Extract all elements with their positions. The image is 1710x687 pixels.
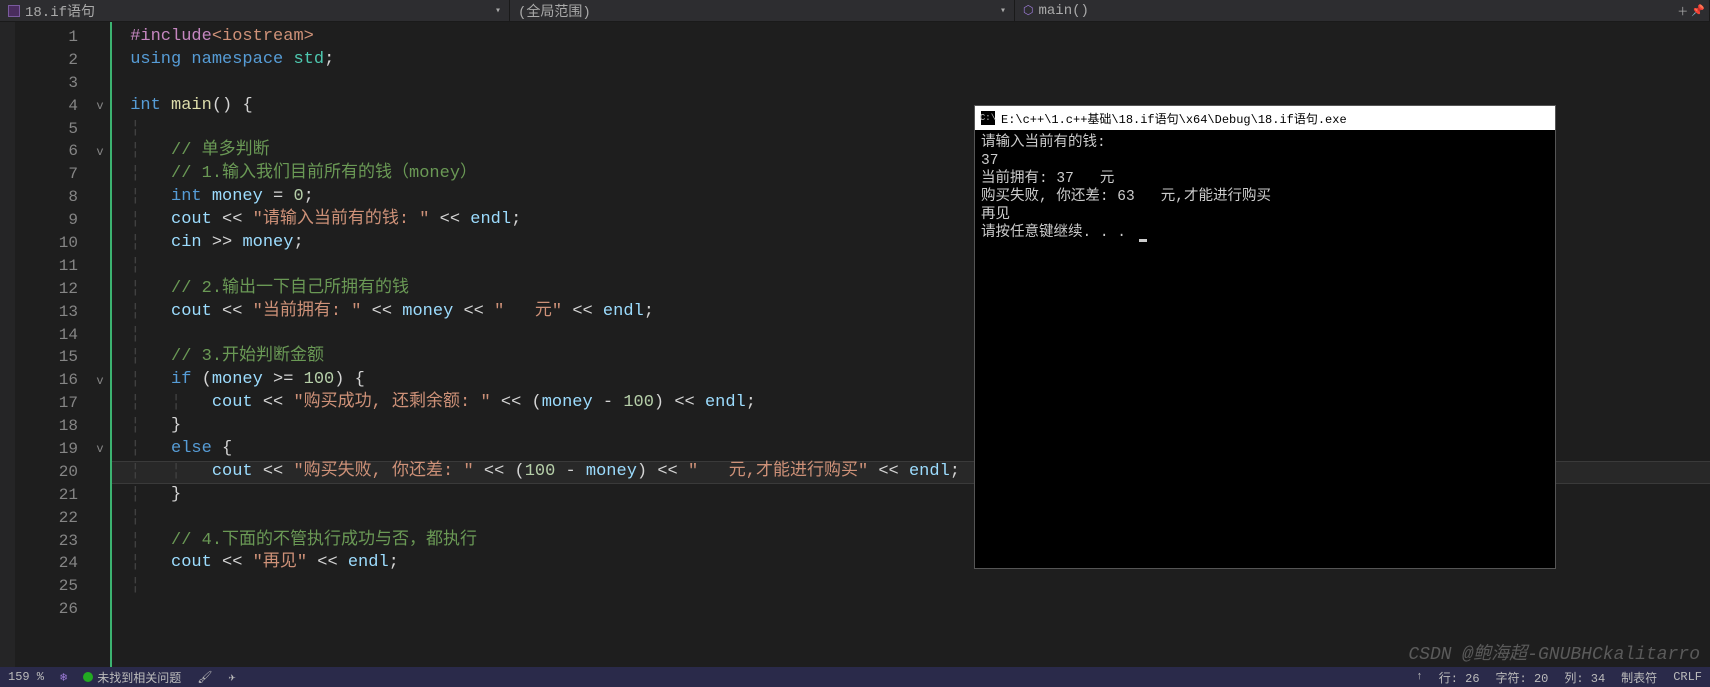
fold-toggle-icon[interactable]: v [90,95,110,118]
console-window[interactable]: C:\ E:\c++\1.c++基础\18.if语句\x64\Debug\18.… [974,105,1556,569]
chevron-down-icon[interactable]: ▾ [495,5,501,17]
brush-icon[interactable]: 🖌 [189,667,220,687]
file-tab[interactable]: 18.if语句 ▾ [0,0,510,21]
function-tab[interactable]: ⬡ main() ▾ [1015,0,1710,21]
send-icon[interactable]: ✈ [221,667,244,687]
breadcrumb-bar: 18.if语句 ▾ (全局范围) ▾ ⬡ main() ▾ ＋ 📌 [0,0,1710,22]
console-title: E:\c++\1.c++基础\18.if语句\x64\Debug\18.if语句… [1001,110,1347,127]
fold-toggle-icon[interactable]: v [90,140,110,163]
status-bar: 159 % ❄ 未找到相关问题 🖌 ✈ ↑ 行: 26 字符: 20 列: 34… [0,667,1710,687]
flame-icon: ❄ [60,670,67,685]
col-indicator[interactable]: 列: 34 [1556,667,1613,687]
zoom-level[interactable]: 159 % [0,667,52,687]
indent-mode[interactable]: 制表符 [1613,667,1665,687]
console-titlebar[interactable]: C:\ E:\c++\1.c++基础\18.if语句\x64\Debug\18.… [975,106,1555,130]
console-icon: C:\ [981,111,995,125]
file-name: 18.if语句 [25,1,95,21]
char-indicator[interactable]: 字符: 20 [1488,667,1557,687]
cpp-file-icon [8,5,20,17]
issues-indicator[interactable]: 未找到相关问题 [75,667,189,687]
cube-icon: ⬡ [1023,3,1033,18]
status-divider: ❄ [52,667,75,687]
function-label: main() [1038,3,1088,19]
scope-tab[interactable]: (全局范围) ▾ [510,0,1015,21]
line-number-gutter: 123 456 789 101112 131415 161718 192021 … [15,22,90,667]
up-arrow-icon[interactable]: ↑ [1408,667,1431,687]
fold-column: v v v v [90,22,110,667]
pin-icon[interactable]: 📌 [1691,4,1705,18]
chevron-down-icon[interactable]: ▾ [1000,5,1006,17]
add-icon[interactable]: ＋ [1677,3,1688,19]
cursor-icon [1139,239,1147,242]
scope-label: (全局范围) [518,1,591,21]
fold-toggle-icon[interactable]: v [90,369,110,392]
eol-mode[interactable]: CRLF [1665,667,1710,687]
activity-strip [0,22,15,667]
ok-circle-icon [83,672,93,682]
tab-actions: ＋ 📌 [1677,0,1705,22]
fold-toggle-icon[interactable]: v [90,438,110,461]
console-output: 请输入当前有的钱: 37 当前拥有: 37 元 购买失败, 你还差: 63 元,… [975,130,1555,246]
line-indicator[interactable]: 行: 26 [1431,667,1488,687]
